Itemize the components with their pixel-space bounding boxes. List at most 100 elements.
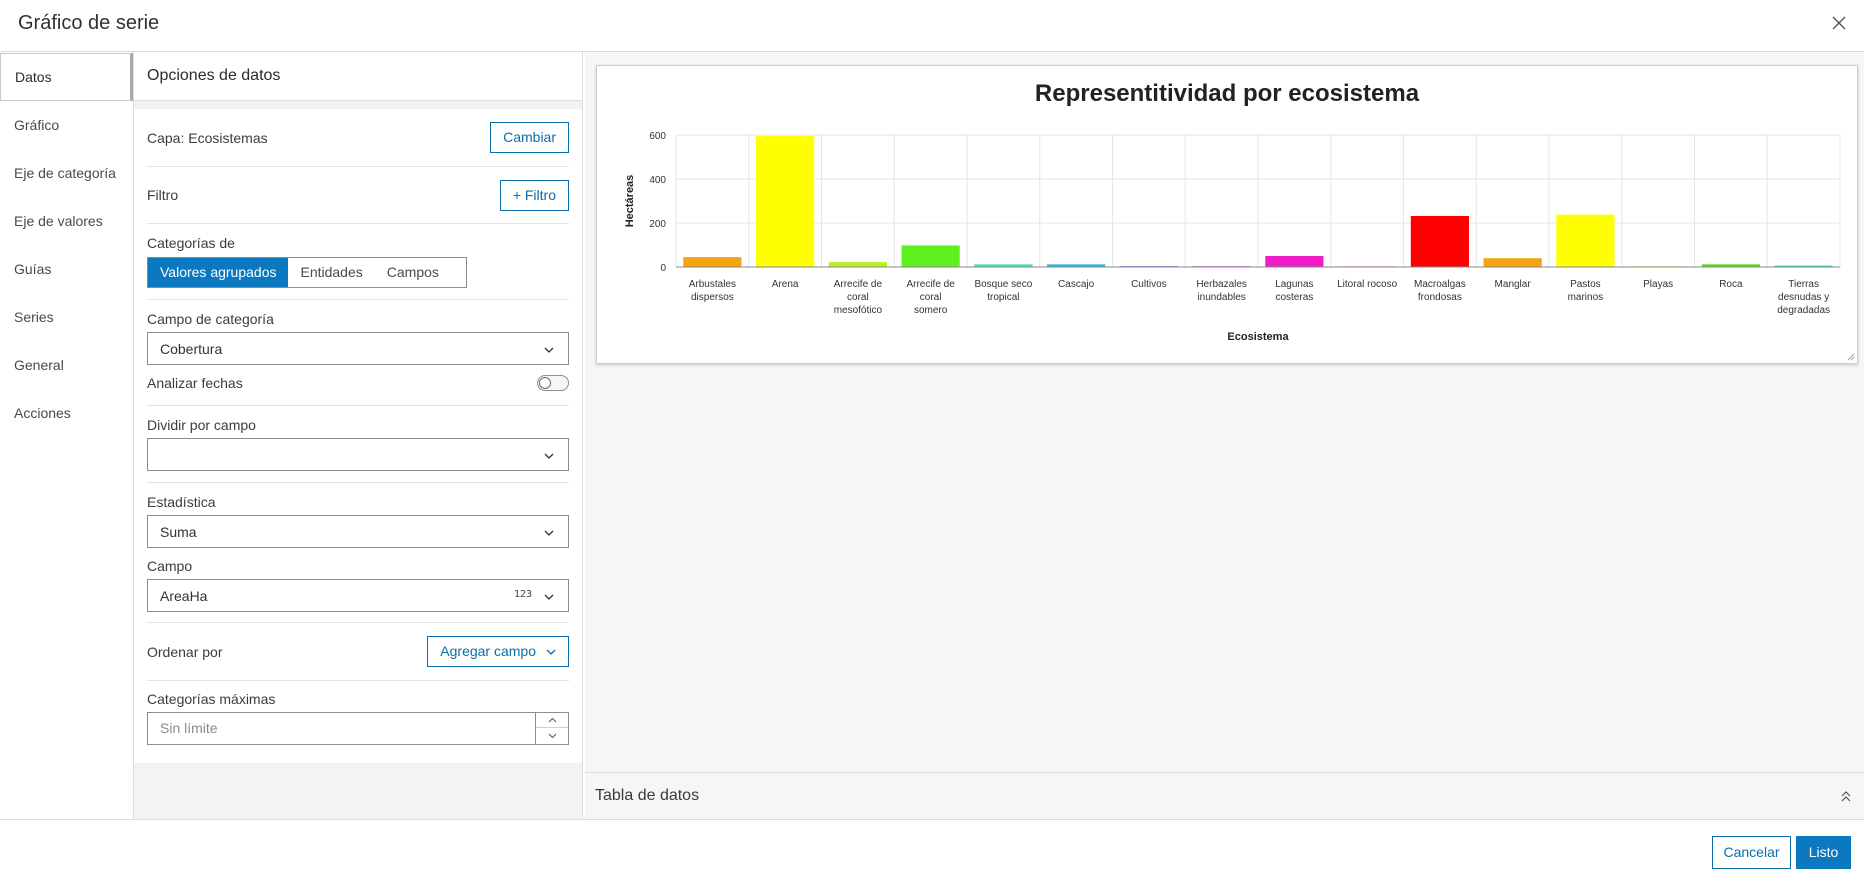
bar bbox=[1483, 258, 1542, 267]
analyze-dates-toggle[interactable] bbox=[537, 375, 569, 391]
categories-segmented-control: Valores agrupados Entidades Campos bbox=[147, 257, 467, 288]
nav-item-eje-categoria[interactable]: Eje de categoría bbox=[0, 149, 133, 197]
x-tick-label: Pastos bbox=[1570, 279, 1601, 290]
split-by-section: Dividir por campo bbox=[147, 406, 569, 483]
x-tick-label: Playas bbox=[1643, 279, 1673, 290]
settings-nav: Datos Gráfico Eje de categoría Eje de va… bbox=[0, 52, 134, 819]
nav-item-general[interactable]: General bbox=[0, 341, 133, 389]
field-select[interactable]: AreaHa 123 bbox=[147, 579, 569, 612]
segment-valores-agrupados[interactable]: Valores agrupados bbox=[148, 258, 289, 287]
cancel-button[interactable]: Cancelar bbox=[1712, 836, 1791, 869]
max-categories-stepper bbox=[147, 712, 569, 745]
max-categories-input[interactable] bbox=[160, 720, 520, 736]
y-tick-label: 600 bbox=[649, 131, 666, 142]
x-axis-title: Ecosistema bbox=[1227, 331, 1289, 343]
add-sort-field-button[interactable]: Agregar campo bbox=[427, 636, 569, 667]
bar bbox=[1556, 214, 1615, 267]
analyze-dates-label: Analizar fechas bbox=[147, 375, 243, 391]
y-axis-title: Hectáreas bbox=[624, 175, 636, 228]
options-body: Capa: Ecosistemas Cambiar Filtro + Filtr… bbox=[134, 109, 582, 763]
y-tick-label: 0 bbox=[660, 263, 666, 274]
x-tick-label: Litoral rocoso bbox=[1337, 279, 1397, 290]
x-tick-label: somero bbox=[914, 305, 948, 316]
chart-preview-area: Representitividad por ecosistema 0 200 400… bbox=[585, 52, 1864, 819]
x-tick-label: Arbustales bbox=[689, 279, 736, 290]
x-tick-label: Arrecife de bbox=[834, 279, 883, 290]
chevron-down-icon bbox=[544, 347, 554, 353]
categories-label: Categorías de bbox=[147, 235, 235, 251]
bar-chart: 0 200 400 600 Arbustales dispersos Arena Arreci… bbox=[624, 131, 1841, 343]
x-tick-label: Arrecife de bbox=[906, 279, 955, 290]
filter-label: Filtro bbox=[147, 187, 179, 203]
category-field-label: Campo de categoría bbox=[147, 311, 274, 327]
increment-button[interactable] bbox=[536, 713, 568, 728]
data-table-label: Tabla de datos bbox=[595, 787, 700, 804]
bar bbox=[1410, 215, 1469, 267]
nav-item-acciones[interactable]: Acciones bbox=[0, 389, 133, 437]
nav-item-grafico[interactable]: Gráfico bbox=[0, 101, 133, 149]
x-tick-label: Lagunas bbox=[1275, 279, 1313, 290]
statistic-section: Estadística Suma Campo AreaHa 123 bbox=[147, 483, 569, 623]
layer-label: Capa: Ecosistemas bbox=[147, 129, 268, 146]
panel-title: Opciones de datos bbox=[134, 52, 582, 101]
chevron-down-icon bbox=[546, 649, 556, 655]
x-tick-label: inundables bbox=[1197, 292, 1245, 303]
x-tick-label: costeras bbox=[1275, 292, 1313, 303]
x-tick-label: Manglar bbox=[1495, 279, 1532, 290]
chevron-down-icon bbox=[544, 594, 554, 600]
nav-item-series[interactable]: Series bbox=[0, 293, 133, 341]
x-tick-label: Tierras bbox=[1788, 279, 1819, 290]
decrement-button[interactable] bbox=[536, 728, 568, 743]
x-tick-label: marinos bbox=[1568, 292, 1604, 303]
nav-item-guias[interactable]: Guías bbox=[0, 245, 133, 293]
sort-section: Ordenar por Agregar campo bbox=[147, 623, 569, 681]
done-button[interactable]: Listo bbox=[1796, 836, 1851, 869]
field-label: Campo bbox=[147, 558, 193, 574]
x-tick-label: desnudas y bbox=[1778, 292, 1829, 303]
split-by-label: Dividir por campo bbox=[147, 417, 256, 433]
chevron-down-icon bbox=[544, 530, 554, 536]
chevron-down-icon bbox=[548, 733, 556, 738]
chevron-down-icon bbox=[544, 453, 554, 459]
x-tick-label: Herbazales bbox=[1196, 279, 1247, 290]
add-filter-button[interactable]: + Filtro bbox=[499, 179, 569, 211]
bar bbox=[828, 262, 887, 267]
max-categories-label: Categorías máximas bbox=[147, 691, 276, 707]
data-table-bar[interactable]: Tabla de datos bbox=[585, 772, 1864, 819]
chart-card: Representitividad por ecosistema 0 200 400… bbox=[596, 65, 1858, 364]
dialog-header: Gráfico de serie bbox=[0, 0, 1864, 52]
field-value: AreaHa bbox=[160, 588, 208, 604]
x-tick-label: Arena bbox=[772, 279, 799, 290]
split-by-select[interactable] bbox=[147, 438, 569, 471]
x-tick-label: frondosas bbox=[1418, 292, 1462, 303]
nav-item-eje-valores[interactable]: Eje de valores bbox=[0, 197, 133, 245]
segment-entidades[interactable]: Entidades bbox=[288, 258, 374, 287]
max-categories-section: Categorías máximas bbox=[147, 681, 569, 766]
toggle-knob bbox=[539, 377, 551, 389]
chevron-up-icon bbox=[548, 717, 556, 723]
x-tick-label: tropical bbox=[987, 292, 1019, 303]
resize-handle-icon[interactable] bbox=[1847, 353, 1855, 361]
x-tick-label: Roca bbox=[1719, 279, 1743, 290]
y-tick-label: 400 bbox=[649, 175, 666, 186]
bar bbox=[756, 136, 815, 267]
data-options-panel: Opciones de datos Capa: Ecosistemas Camb… bbox=[134, 52, 583, 819]
statistic-value: Suma bbox=[160, 524, 197, 540]
bar bbox=[1265, 256, 1324, 267]
category-field-select[interactable]: Cobertura bbox=[147, 332, 569, 365]
statistic-label: Estadística bbox=[147, 494, 216, 510]
x-tick-label: degradadas bbox=[1777, 305, 1830, 316]
statistic-select[interactable]: Suma bbox=[147, 515, 569, 548]
bar bbox=[901, 245, 960, 267]
double-chevron-up-icon[interactable] bbox=[1840, 789, 1852, 803]
category-field-value: Cobertura bbox=[160, 341, 223, 357]
stepper-arrows bbox=[535, 713, 568, 744]
segment-campos[interactable]: Campos bbox=[375, 258, 451, 287]
x-tick-label: coral bbox=[920, 292, 942, 303]
category-field-section: Campo de categoría Cobertura Analizar fe… bbox=[147, 300, 569, 406]
filter-section: Filtro + Filtro bbox=[147, 167, 569, 224]
close-icon[interactable] bbox=[1828, 12, 1850, 34]
x-tick-label: Macroalgas bbox=[1414, 279, 1466, 290]
nav-item-datos[interactable]: Datos bbox=[0, 53, 133, 101]
change-layer-button[interactable]: Cambiar bbox=[490, 122, 569, 153]
